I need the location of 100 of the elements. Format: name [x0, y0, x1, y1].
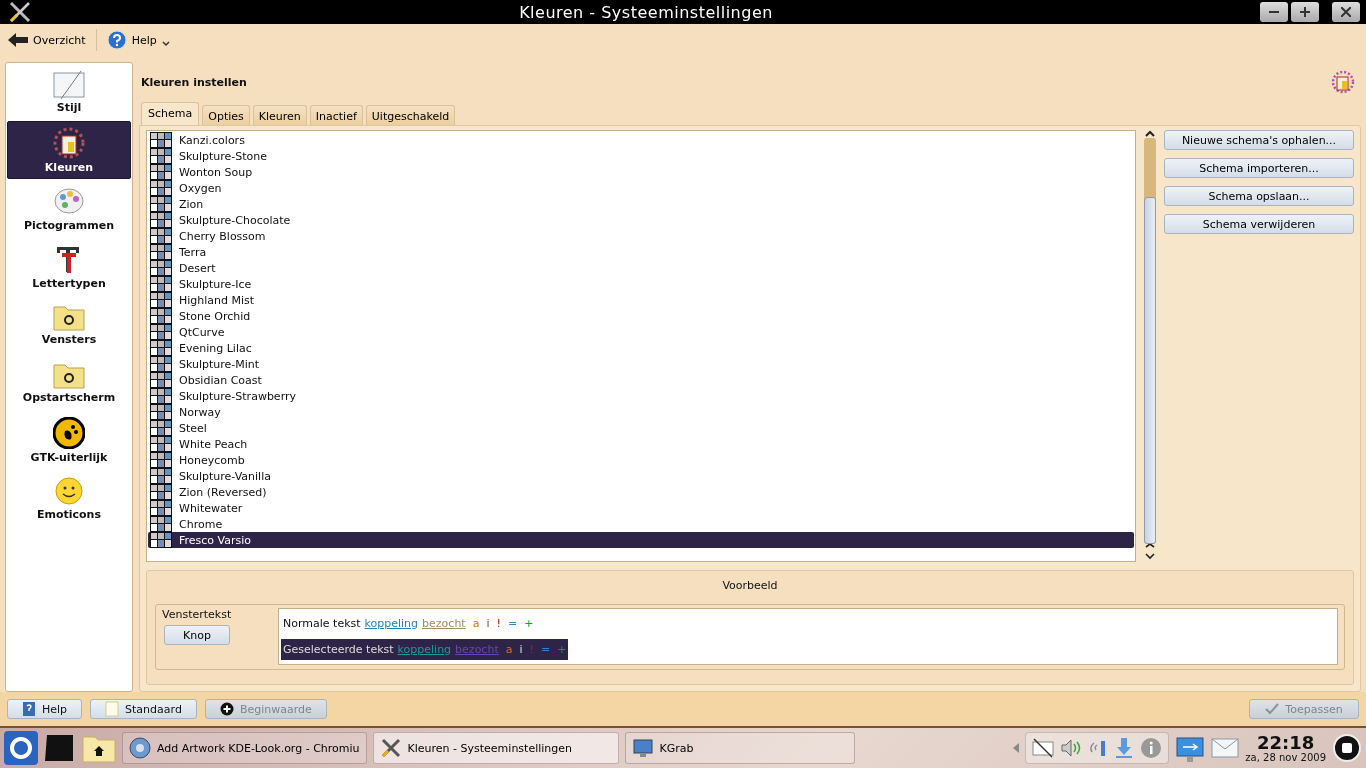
sample-text: !	[529, 643, 534, 656]
color-swatch-icon	[150, 260, 172, 276]
scheme-item[interactable]: Fresco Varsio	[148, 532, 1134, 548]
scheme-item[interactable]: Cherry Blossom	[148, 228, 1134, 244]
scheme-item[interactable]: Obsidian Coast	[148, 372, 1134, 388]
clock-date[interactable]: za, 28 nov 2009	[1245, 751, 1326, 763]
close-button[interactable]	[1332, 2, 1360, 22]
color-swatch-icon	[150, 436, 172, 452]
start-menu-button[interactable]	[4, 731, 38, 765]
window-text-label: Venstertekst	[162, 608, 232, 621]
scheme-item[interactable]: Skulpture-Stone	[148, 148, 1134, 164]
sample-text: +	[557, 643, 567, 656]
info-icon[interactable]	[1140, 737, 1163, 759]
color-swatch-icon	[150, 484, 172, 500]
scheme-item[interactable]: Evening Lilac	[148, 340, 1134, 356]
color-swatch-icon	[150, 404, 172, 420]
back-button[interactable]: Overzicht	[6, 30, 88, 50]
sidebar-item[interactable]: Emoticons	[7, 469, 131, 527]
page-title: Kleuren instellen	[141, 75, 247, 89]
footer-button[interactable]: Standaard	[90, 699, 197, 719]
tab[interactable]: Schema	[141, 102, 200, 125]
desktop-icon[interactable]	[44, 733, 76, 763]
scheme-item[interactable]: Zion	[148, 196, 1134, 212]
clock-time[interactable]: 22:18	[1257, 733, 1315, 752]
help-button[interactable]: Help	[104, 28, 172, 52]
scheme-item[interactable]: Honeycomb	[148, 452, 1134, 468]
color-swatch-icon	[150, 516, 172, 532]
color-swatch-icon	[150, 340, 172, 356]
scheme-button[interactable]: Nieuwe schema's ophalen...	[1164, 130, 1354, 150]
logout-button[interactable]	[1332, 733, 1362, 763]
scheme-item[interactable]: Wonton Soup	[148, 164, 1134, 180]
taskbar-task[interactable]: KGrab	[624, 732, 855, 764]
chevron-down-icon	[161, 41, 170, 47]
envelope-crossed-icon[interactable]	[1032, 738, 1055, 758]
scheme-item[interactable]: QtCurve	[148, 324, 1134, 340]
scheme-item[interactable]: Norway	[148, 404, 1134, 420]
speaker-icon[interactable]	[1060, 738, 1083, 758]
scheme-button[interactable]: Schema importeren...	[1164, 158, 1354, 178]
sample-link[interactable]: koppeling	[364, 617, 419, 630]
scheme-item[interactable]: Chrome	[148, 516, 1134, 532]
minus-icon	[1269, 11, 1279, 13]
sidebar-item[interactable]: Stijl	[7, 63, 131, 121]
scheme-item[interactable]: Skulpture-Chocolate	[148, 212, 1134, 228]
sidebar-item[interactable]: GTK-uiterlijk	[7, 411, 131, 469]
scroll-up-icon[interactable]	[1145, 130, 1155, 138]
scheme-item[interactable]: Desert	[148, 260, 1134, 276]
color-swatch-icon	[150, 468, 172, 484]
color-swatch-icon	[150, 244, 172, 260]
sample-text: +	[524, 617, 534, 630]
sidebar-item[interactable]: Opstartscherm	[7, 353, 131, 411]
tools-icon	[379, 737, 402, 759]
tab[interactable]: Kleuren	[252, 105, 307, 125]
help-book-icon	[22, 701, 36, 717]
scheme-item[interactable]: Skulpture-Mint	[148, 356, 1134, 372]
color-swatch-icon	[150, 164, 172, 180]
scheme-button[interactable]: Schema verwijderen	[1164, 214, 1354, 234]
window-title: Kleuren - Systeeminstellingen	[518, 2, 774, 22]
scheme-item[interactable]: White Peach	[148, 436, 1134, 452]
scheme-item[interactable]: Zion (Reversed)	[148, 484, 1134, 500]
scheme-item[interactable]: Steel	[148, 420, 1134, 436]
scheme-item[interactable]: Terra	[148, 244, 1134, 260]
sidebar-item[interactable]: Kleuren	[7, 121, 131, 179]
scheme-item[interactable]: Skulpture-Strawberry	[148, 388, 1134, 404]
sample-text: a	[505, 643, 513, 656]
minimize-button[interactable]	[1260, 2, 1288, 22]
plus-icon	[1300, 7, 1310, 17]
sidebar-item[interactable]: Vensters	[7, 295, 131, 353]
color-swatch-icon	[150, 276, 172, 292]
sample-text: =	[507, 617, 518, 630]
maximize-button[interactable]	[1291, 2, 1319, 22]
scheme-item[interactable]: Skulpture-Vanilla	[148, 468, 1134, 484]
scheme-item[interactable]: Kanzi.colors	[148, 132, 1134, 148]
sample-text: Normale tekst	[283, 617, 361, 630]
home-folder-icon[interactable]	[82, 733, 116, 763]
scroll-down-icon[interactable]	[1145, 544, 1155, 560]
scheme-item[interactable]: Oxygen	[148, 180, 1134, 196]
color-swatch-icon	[150, 180, 172, 196]
sample-button[interactable]: Knop	[164, 625, 230, 645]
tab[interactable]: Opties	[202, 105, 250, 125]
scheme-item[interactable]: Stone Orchid	[148, 308, 1134, 324]
scheme-button[interactable]: Schema opslaan...	[1164, 186, 1354, 206]
sample-link[interactable]: koppeling	[397, 643, 452, 656]
page-icon	[105, 701, 120, 717]
taskbar-task[interactable]: Kleuren - Systeeminstellingen	[372, 732, 619, 764]
color-swatch-icon	[150, 532, 172, 548]
tools-icon[interactable]	[8, 1, 32, 23]
plus-circle-icon	[219, 702, 234, 716]
taskbar-task[interactable]: Add Artwork KDE-Look.org - Chromiu	[122, 732, 367, 764]
scheme-item[interactable]: Whitewater	[148, 500, 1134, 516]
sidebar-item[interactable]: Lettertypen	[7, 237, 131, 295]
close-icon	[1341, 7, 1351, 17]
scheme-item[interactable]: Skulpture-Ice	[148, 276, 1134, 292]
paw-icon	[53, 416, 85, 449]
scheme-item[interactable]: Highland Mist	[148, 292, 1134, 308]
sample-text: Geselecteerde tekst	[283, 643, 394, 656]
color-swatch-icon	[150, 372, 172, 388]
tab[interactable]: Inactief	[309, 105, 363, 125]
footer-button[interactable]: Help	[7, 699, 83, 719]
sidebar-item[interactable]: Pictogrammen	[7, 179, 131, 237]
tab[interactable]: Uitgeschakeld	[365, 105, 456, 125]
